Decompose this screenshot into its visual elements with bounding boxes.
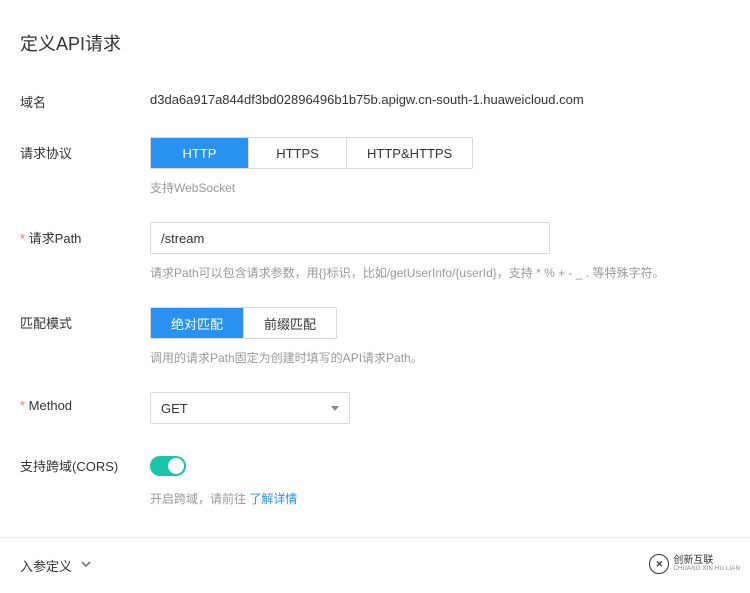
match-mode-hint: 调用的请求Path固定为创建时填写的API请求Path。 <box>150 349 730 366</box>
row-domain: 域名 d3da6a917a844df3bd02896496b1b75b.apig… <box>20 86 730 111</box>
label-path: 请求Path <box>20 222 150 247</box>
brand-name-en: CHUANG XIN HU LIAN <box>673 566 740 573</box>
protocol-tab-both[interactable]: HTTP&HTTPS <box>347 138 472 168</box>
method-select[interactable]: GET <box>150 392 350 424</box>
cors-hint-prefix: 开启跨域，请前往 <box>150 492 249 506</box>
match-tab-prefix[interactable]: 前缀匹配 <box>244 308 336 338</box>
cors-learn-more-link[interactable]: 了解详情 <box>249 492 297 506</box>
row-method: Method GET <box>20 392 730 424</box>
brand-name-cn: 创新互联 <box>673 555 740 566</box>
domain-value: d3da6a917a844df3bd02896496b1b75b.apigw.c… <box>150 86 730 107</box>
label-match-mode: 匹配模式 <box>20 307 150 332</box>
caret-down-icon <box>331 406 339 411</box>
path-input[interactable] <box>150 222 550 254</box>
param-section-label: 入参定义 <box>20 556 72 575</box>
protocol-tab-https[interactable]: HTTPS <box>249 138 347 168</box>
method-value: GET <box>161 401 188 416</box>
cors-hint: 开启跨域，请前往 了解详情 <box>150 490 730 507</box>
cors-toggle[interactable] <box>150 456 186 476</box>
page-title: 定义API请求 <box>20 30 730 56</box>
brand-logo-icon: ✕ <box>649 554 669 574</box>
protocol-tab-http[interactable]: HTTP <box>151 138 249 168</box>
row-cors: 支持跨域(CORS) 开启跨域，请前往 了解详情 <box>20 450 730 507</box>
label-cors: 支持跨域(CORS) <box>20 450 150 475</box>
row-match-mode: 匹配模式 绝对匹配 前缀匹配 调用的请求Path固定为创建时填写的API请求Pa… <box>20 307 730 366</box>
param-section-header[interactable]: 入参定义 <box>0 538 750 593</box>
protocol-hint: 支持WebSocket <box>150 179 730 196</box>
toggle-knob <box>168 458 184 474</box>
label-protocol: 请求协议 <box>20 137 150 162</box>
match-tab-absolute[interactable]: 绝对匹配 <box>151 308 244 338</box>
footer-brand: ✕ 创新互联 CHUANG XIN HU LIAN <box>645 552 744 576</box>
label-domain: 域名 <box>20 86 150 111</box>
protocol-group: HTTP HTTPS HTTP&HTTPS <box>150 137 473 169</box>
row-protocol: 请求协议 HTTP HTTPS HTTP&HTTPS 支持WebSocket <box>20 137 730 196</box>
chevron-down-icon <box>72 558 92 573</box>
label-method: Method <box>20 392 150 413</box>
match-mode-group: 绝对匹配 前缀匹配 <box>150 307 337 339</box>
path-hint: 请求Path可以包含请求参数，用{}标识，比如/getUserInfo/{use… <box>150 264 730 281</box>
row-path: 请求Path 请求Path可以包含请求参数，用{}标识，比如/getUserIn… <box>20 222 730 281</box>
